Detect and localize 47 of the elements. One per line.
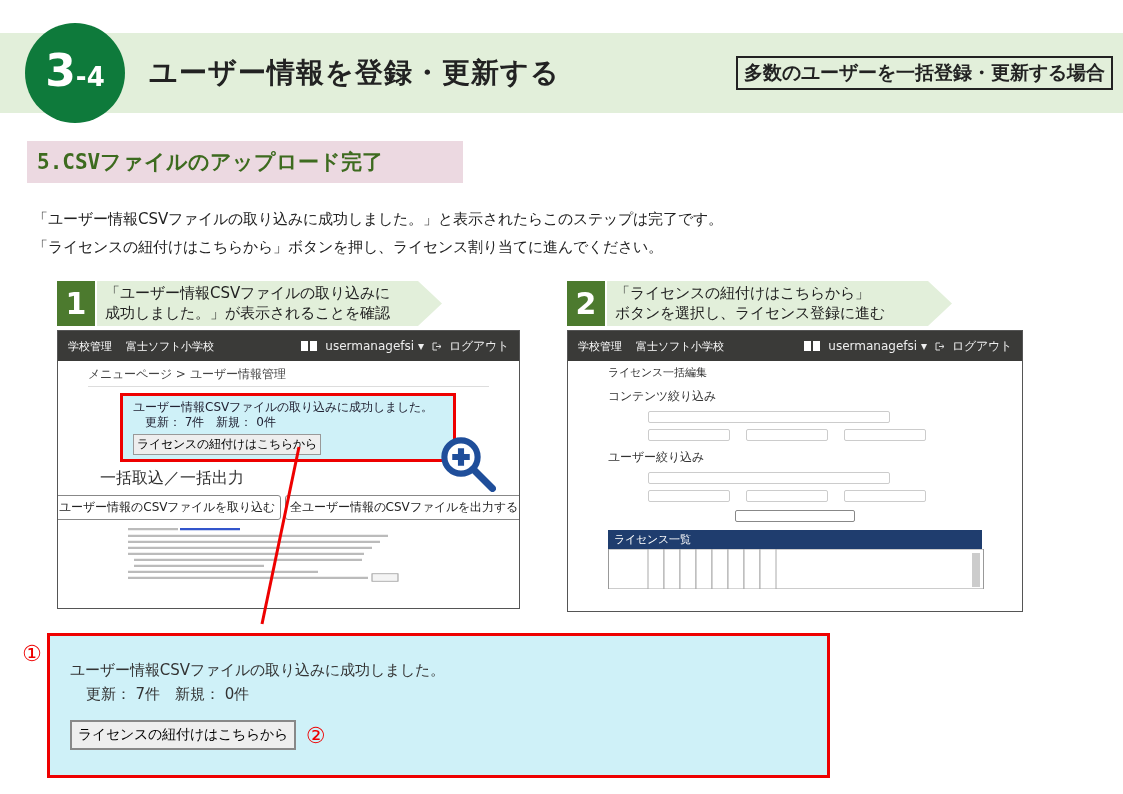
step-number: 1 (57, 281, 95, 326)
count-text: 更新： 7件 新規： 0件 (144, 415, 277, 430)
logout-icon[interactable] (432, 341, 441, 351)
chapter-badge: 3-4 (25, 23, 125, 123)
book-icon[interactable] (301, 340, 318, 352)
select-field[interactable] (844, 429, 926, 441)
breadcrumb: メニューページ > ユーザー情報管理 (88, 366, 489, 387)
csv-button[interactable]: ユーザー情報のCSVファイルを取り込む (58, 495, 281, 520)
success-message: ユーザー情報CSVファイルの取り込みに成功しました。 (133, 400, 435, 415)
keyword-field[interactable] (648, 411, 890, 423)
nav-link[interactable]: 学校管理 (68, 338, 112, 354)
intro-text: 「ユーザー情報CSVファイルの取り込みに成功しました。」と表示されたらこのステップは完了です。 (33, 209, 725, 230)
filter-heading: コンテンツ絞り込み (608, 388, 717, 405)
user-menu[interactable]: usermanagefsi ▾ (828, 339, 927, 353)
section-heading: 一括取込／一括出力 (100, 468, 245, 489)
select-field[interactable] (746, 490, 828, 502)
csv-button[interactable]: 全ユーザー情報のCSVファイルを出力する (284, 495, 519, 520)
nav-link[interactable]: 富士ソフト小学校 (126, 338, 214, 354)
step-number: 2 (567, 281, 605, 326)
step-callout: 「ライセンスの紐付けはこちらから」 ボタンを選択し、ライセンス登録に進む (607, 281, 952, 326)
page-title: ユーザー情報を登録・更新する (149, 55, 560, 91)
zoom-in-icon (440, 436, 496, 492)
success-message: ユーザー情報CSVファイルの取り込みに成功しました。 (69, 660, 446, 681)
callout-marker: ② (305, 722, 326, 748)
step-callout: 「ユーザー情報CSVファイルの取り込みに 成功しました。」が表示されることを確認 (97, 281, 442, 326)
book-icon[interactable] (804, 340, 821, 352)
select-field[interactable] (648, 429, 730, 441)
table-title-bar: ライセンス一覧 (608, 530, 982, 549)
filter-button[interactable] (735, 510, 855, 522)
logout-icon[interactable] (935, 341, 944, 351)
user-menu[interactable]: usermanagefsi ▾ (325, 339, 424, 353)
count-text: 更新： 7件 新規： 0件 (84, 684, 251, 705)
select-field[interactable] (746, 429, 828, 441)
keyword-field[interactable] (648, 472, 890, 484)
license-link-button[interactable]: ライセンスの紐付けはこちらから (69, 720, 296, 750)
select-field[interactable] (844, 490, 926, 502)
section-title: 5.CSVファイルのアップロード完了 (27, 141, 463, 183)
page-heading: ライセンス一括編集 (608, 365, 708, 380)
callout-marker: ① (22, 641, 42, 666)
logout-link[interactable]: ログアウト (449, 337, 509, 355)
case-label: 多数のユーザーを一括登録・更新する場合 (736, 56, 1113, 90)
filter-heading: ユーザー絞り込み (608, 449, 705, 466)
intro-text: 「ライセンスの紐付けはこちらから」ボタンを押し、ライセンス割り当てに進んでください。 (33, 237, 664, 258)
logout-link[interactable]: ログアウト (952, 337, 1012, 355)
nav-link[interactable]: 富士ソフト小学校 (636, 338, 724, 354)
nav-link[interactable]: 学校管理 (578, 338, 622, 354)
select-field[interactable] (648, 490, 730, 502)
